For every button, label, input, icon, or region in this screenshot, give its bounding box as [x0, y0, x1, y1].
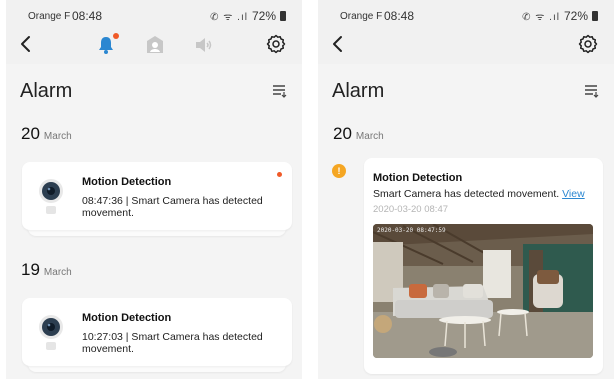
signal-icon: ✆ ᯤ .ıl: [522, 12, 560, 23]
back-arrow-icon[interactable]: [328, 33, 348, 55]
alarm-detail-screen: Orange F 08:48 ✆ ᯤ .ıl 72% Alarm 20 March…: [318, 0, 614, 379]
status-icons: ✆ ᯤ .ıl 72%: [522, 9, 598, 23]
carrier-label: Orange F: [28, 11, 71, 22]
camera-icon: [38, 312, 64, 352]
date-month: March: [43, 267, 72, 278]
notification-dot: [113, 33, 119, 39]
carrier-label: Orange F: [340, 11, 383, 22]
filter-list-icon[interactable]: [584, 84, 600, 98]
status-icons: ✆ ᯤ .ıl 72%: [210, 9, 286, 23]
bell-icon[interactable]: [96, 33, 119, 55]
alarm-card[interactable]: Motion Detection 10:27:03 | Smart Camera…: [22, 298, 292, 366]
gear-icon[interactable]: [266, 34, 286, 54]
date-month: March: [43, 131, 72, 142]
camera-icon: [38, 176, 64, 216]
gear-icon[interactable]: [578, 34, 598, 54]
alarm-message: 08:47:36 | Smart Camera has detected mov…: [82, 195, 263, 219]
alarm-detail-card: Motion Detection Smart Camera has detect…: [364, 158, 603, 374]
page-title: Alarm: [332, 80, 385, 102]
page-title: Alarm: [20, 80, 73, 102]
date-month: March: [355, 131, 384, 142]
battery-level: 72%: [563, 9, 588, 23]
alarm-message-text: Smart Camera has detected movement.: [373, 188, 560, 200]
person-icon[interactable]: [145, 35, 165, 55]
clock: 08:48: [72, 9, 103, 23]
top-navigation: [318, 30, 614, 60]
alarm-message: Smart Camera has detected movement. View: [373, 188, 585, 200]
alarm-card[interactable]: Motion Detection 08:47:36 | Smart Camera…: [22, 162, 292, 230]
status-bar: Orange F 08:48 ✆ ᯤ .ıl 72%: [6, 9, 302, 25]
top-navigation: [6, 30, 302, 60]
alarm-content: Alarm 20 March ! Motion Detection Smart C…: [318, 64, 614, 379]
date-header: 19 March: [21, 260, 72, 280]
date-day: 20: [21, 124, 40, 143]
alarm-list-screen: Orange F 08:48 ✆ ᯤ .ıl 72% Alarm 20 Marc…: [6, 0, 302, 379]
unread-dot: [277, 172, 282, 177]
battery-icon: [592, 11, 598, 21]
date-header: 20 March: [21, 124, 72, 144]
date-day: 20: [333, 124, 352, 143]
clock: 08:48: [384, 9, 415, 23]
camera-snapshot[interactable]: 2020-03-20 08:47:59: [373, 224, 593, 358]
speaker-icon[interactable]: [193, 35, 213, 55]
battery-icon: [280, 11, 286, 21]
filter-list-icon[interactable]: [272, 84, 288, 98]
snapshot-image: [373, 224, 593, 358]
status-bar: Orange F 08:48 ✆ ᯤ .ıl 72%: [318, 9, 614, 25]
alarm-message: 10:27:03 | Smart Camera has detected mov…: [82, 331, 263, 355]
timeline-badge: !: [332, 164, 346, 178]
view-link[interactable]: View: [562, 188, 585, 200]
signal-icon: ✆ ᯤ .ıl: [210, 12, 248, 23]
alarm-timestamp: 2020-03-20 08:47: [373, 204, 449, 215]
back-arrow-icon[interactable]: [16, 33, 36, 55]
date-day: 19: [21, 260, 40, 279]
snapshot-timestamp: 2020-03-20 08:47:59: [377, 227, 446, 234]
alarm-title: Motion Detection: [82, 176, 172, 188]
date-header: 20 March: [333, 124, 384, 144]
alarm-title: Motion Detection: [82, 312, 172, 324]
alarm-content: Alarm 20 March Motion Detection 08:47:36 …: [6, 64, 302, 379]
alarm-title: Motion Detection: [373, 172, 463, 184]
battery-level: 72%: [251, 9, 276, 23]
